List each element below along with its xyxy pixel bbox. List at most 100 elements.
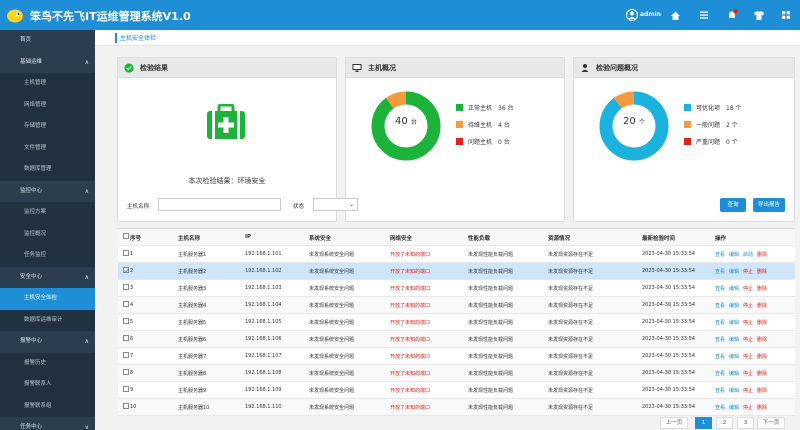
query-button[interactable]: 查询 [720, 198, 746, 212]
view-link[interactable]: 查看 [715, 387, 725, 394]
view-link[interactable]: 查看 [715, 353, 725, 360]
view-link[interactable]: 查看 [715, 336, 725, 343]
sidebar-item-11[interactable]: 安全中心∧ [0, 267, 95, 289]
edit-link[interactable]: 编辑 [729, 302, 739, 309]
delete-link[interactable]: 删除 [757, 319, 767, 326]
stop-link[interactable]: 停止 [743, 285, 753, 292]
host-legend-item: 问题主机0 台 [456, 137, 510, 146]
delete-link[interactable]: 删除 [757, 285, 767, 292]
sidebar-item-4[interactable]: 存储管理 [0, 116, 95, 138]
sidebar-item-18[interactable]: 任务中心∨ [0, 417, 95, 430]
edit-link[interactable]: 编辑 [729, 285, 739, 292]
stop-link[interactable]: 停止 [743, 302, 753, 309]
stop-link[interactable]: 停止 [743, 268, 753, 275]
delete-link[interactable]: 删除 [757, 370, 767, 377]
table-row[interactable]: 5主机服务器5192.168.1.105未发现系统安全问题开放了未知的端口未发现… [118, 314, 795, 331]
export-report-button[interactable]: 导出报告 [753, 198, 785, 212]
sidebar-item-3[interactable]: 网络管理 [0, 95, 95, 117]
page-1-button[interactable]: 1 [695, 417, 712, 429]
table-row[interactable]: 1主机服务器1192.168.1.101未发现系统安全问题开放了未知的端口未发现… [118, 246, 795, 263]
sidebar-item-14[interactable]: 报警中心∧ [0, 331, 95, 353]
edit-link[interactable]: 编辑 [729, 387, 739, 394]
table-row[interactable]: 10主机服务器10192.168.1.110未发现系统安全问题开放了未知的端口未… [118, 399, 795, 416]
view-link[interactable]: 查看 [715, 251, 725, 258]
table-row[interactable]: 2主机服务器2192.168.1.102未发现系统安全问题开放了未知的端口未发现… [118, 263, 795, 280]
stop-link[interactable]: 停止 [743, 336, 753, 343]
table-row[interactable]: 3主机服务器3192.168.1.103未发现系统安全问题开放了未知的端口未发现… [118, 280, 795, 297]
row-checkbox[interactable] [123, 386, 129, 392]
page-2-button[interactable]: 2 [716, 417, 733, 429]
edit-link[interactable]: 编辑 [729, 404, 739, 411]
select-all-checkbox[interactable] [123, 233, 129, 239]
next-page-button[interactable]: 下一页 [757, 417, 785, 429]
sidebar-item-12[interactable]: 主机安全体检 [0, 288, 95, 310]
edit-link[interactable]: 编辑 [729, 336, 739, 343]
menu-icon[interactable] [697, 8, 711, 22]
user-avatar-icon[interactable] [625, 8, 639, 22]
sidebar-item-6[interactable]: 数据库管理 [0, 159, 95, 181]
edit-link[interactable]: 编辑 [729, 370, 739, 377]
view-link[interactable]: 查看 [715, 404, 725, 411]
stop-link[interactable]: 停止 [743, 370, 753, 377]
sidebar-item-8[interactable]: 监控方案 [0, 202, 95, 224]
delete-link[interactable]: 删除 [757, 302, 767, 309]
view-link[interactable]: 查看 [715, 302, 725, 309]
stop-link[interactable]: 停止 [743, 319, 753, 326]
prev-page-button[interactable]: 上一页 [660, 417, 688, 429]
table-row[interactable]: 9主机服务器9192.168.1.109未发现系统安全问题开放了未知的端口未发现… [118, 382, 795, 399]
row-checkbox[interactable] [123, 403, 129, 409]
tab-host-security-check[interactable]: 主机安全体检 [120, 33, 156, 42]
edit-link[interactable]: 编辑 [729, 319, 739, 326]
start-link[interactable]: 启动 [743, 251, 753, 258]
sidebar-item-7[interactable]: 监控中心∧ [0, 181, 95, 203]
view-link[interactable]: 查看 [715, 268, 725, 275]
table-row[interactable]: 6主机服务器6192.168.1.106未发现系统安全问题开放了未知的端口未发现… [118, 331, 795, 348]
row-checkbox[interactable] [123, 267, 129, 273]
row-checkbox[interactable] [123, 352, 129, 358]
delete-link[interactable]: 删除 [757, 251, 767, 258]
sidebar-item-0[interactable]: 首页 [0, 30, 95, 52]
settings-grid-icon[interactable] [779, 8, 793, 22]
delete-link[interactable]: 删除 [757, 268, 767, 275]
notification-bell-icon[interactable] [725, 8, 739, 22]
user-name[interactable]: admin [640, 11, 661, 18]
sidebar-item-10[interactable]: 任务监控 [0, 245, 95, 267]
sidebar-item-9[interactable]: 监控概况 [0, 224, 95, 246]
row-checkbox[interactable] [123, 284, 129, 290]
stop-link[interactable]: 停止 [743, 404, 753, 411]
sidebar-item-15[interactable]: 报警历史 [0, 353, 95, 375]
delete-link[interactable]: 删除 [757, 353, 767, 360]
delete-link[interactable]: 删除 [757, 336, 767, 343]
sidebar-item-1[interactable]: 基础运维∧ [0, 52, 95, 74]
sidebar-item-17[interactable]: 报警联系组 [0, 396, 95, 418]
sidebar-item-13[interactable]: 数据库运维审计 [0, 310, 95, 332]
host-name-input[interactable] [158, 198, 281, 211]
delete-link[interactable]: 删除 [757, 404, 767, 411]
status-select[interactable]: ⌄ [313, 198, 358, 211]
edit-link[interactable]: 编辑 [729, 268, 739, 275]
row-checkbox[interactable] [123, 369, 129, 375]
table-row[interactable]: 8主机服务器8192.168.1.108未发现系统安全问题开放了未知的端口未发现… [118, 365, 795, 382]
stop-link[interactable]: 停止 [743, 353, 753, 360]
sidebar-item-16[interactable]: 报警联系人 [0, 374, 95, 396]
sidebar-item-5[interactable]: 文件管理 [0, 138, 95, 160]
stop-link[interactable]: 停止 [743, 387, 753, 394]
edit-link[interactable]: 编辑 [729, 251, 739, 258]
theme-shirt-icon[interactable] [752, 8, 766, 22]
row-checkbox[interactable] [123, 318, 129, 324]
row-checkbox[interactable] [123, 250, 129, 256]
cell-net: 开放了未知的端口 [390, 268, 430, 275]
page-3-button[interactable]: 3 [737, 417, 754, 429]
legend-name: 待维主机 [468, 120, 498, 129]
edit-link[interactable]: 编辑 [729, 353, 739, 360]
row-checkbox[interactable] [123, 335, 129, 341]
home-icon[interactable] [668, 8, 682, 22]
sidebar-item-2[interactable]: 主机管理 [0, 73, 95, 95]
table-row[interactable]: 7主机服务器7192.168.1.107未发现系统安全问题开放了未知的端口未发现… [118, 348, 795, 365]
row-checkbox[interactable] [123, 301, 129, 307]
table-row[interactable]: 4主机服务器4192.168.1.104未发现系统安全问题开放了未知的端口未发现… [118, 297, 795, 314]
view-link[interactable]: 查看 [715, 370, 725, 377]
view-link[interactable]: 查看 [715, 319, 725, 326]
delete-link[interactable]: 删除 [757, 387, 767, 394]
view-link[interactable]: 查看 [715, 285, 725, 292]
